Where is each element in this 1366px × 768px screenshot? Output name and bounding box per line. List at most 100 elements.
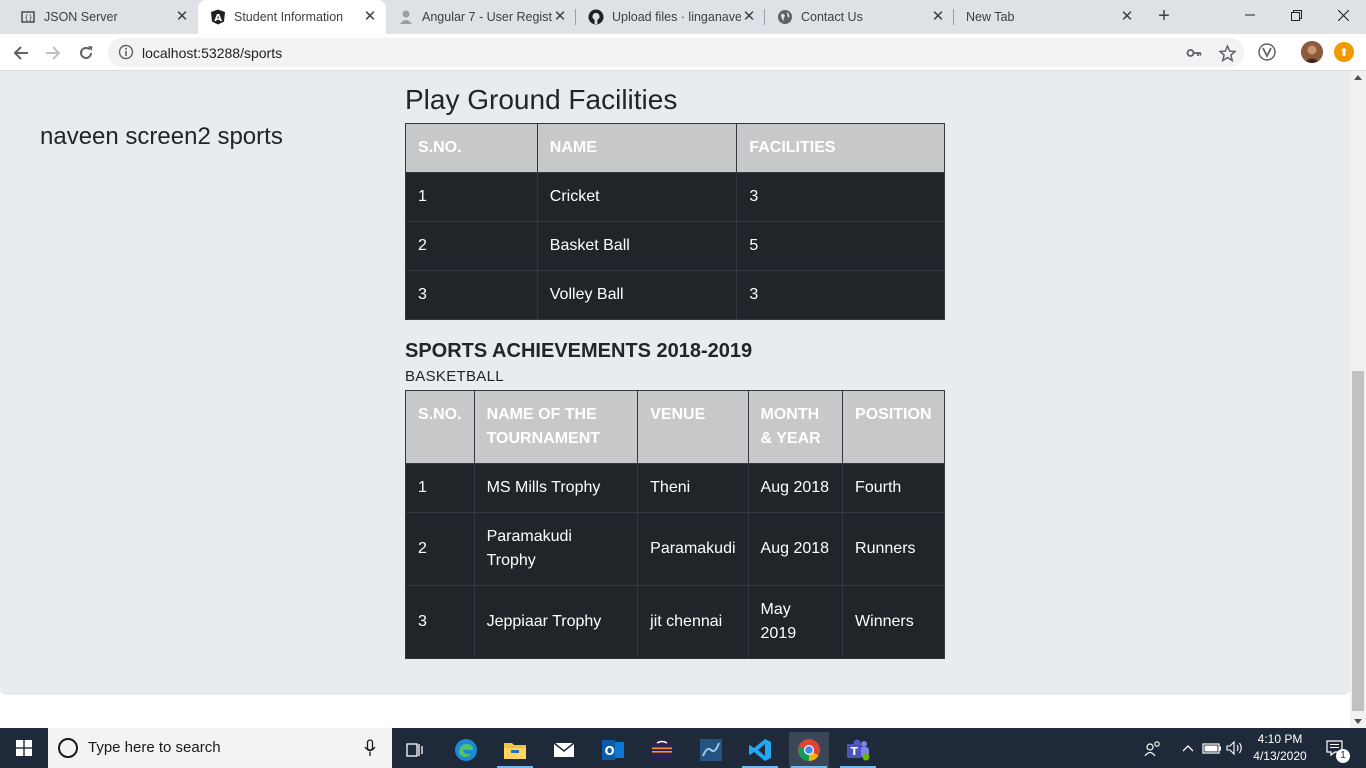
- svg-text:O: O: [605, 744, 615, 758]
- taskbar-teams[interactable]: T: [838, 732, 878, 768]
- table-cell: Fourth: [842, 463, 945, 513]
- close-icon[interactable]: ✕: [930, 9, 946, 25]
- table-row: 1 MS Mills Trophy Theni Aug 2018 Fourth: [405, 463, 945, 513]
- taskbar-mysql-workbench[interactable]: [691, 732, 731, 768]
- reload-icon: [80, 46, 93, 59]
- table-cell: Paramakudi Trophy: [473, 512, 639, 586]
- task-view-icon: [406, 743, 423, 757]
- address-bar[interactable]: localhost:53288/sports: [108, 38, 1244, 67]
- minimize-icon: [1245, 14, 1255, 16]
- tab-new-tab[interactable]: New Tab ✕: [954, 0, 1143, 34]
- task-view-button[interactable]: [396, 732, 436, 768]
- sports-achievements-table: S.NO. NAME OF THE TOURNAMENT VENUE MONTH…: [405, 390, 945, 659]
- table-header-row: S.NO. NAME FACILITIES: [405, 123, 945, 173]
- tab-json-server[interactable]: {} JSON Server ✕: [8, 0, 198, 34]
- taskbar-eclipse[interactable]: [642, 732, 682, 768]
- column-header: NAME: [536, 123, 738, 173]
- vue-devtools-extension-icon[interactable]: [1256, 41, 1278, 63]
- outlook-icon: O: [602, 740, 624, 760]
- achievements-subheading: BASKETBALL: [405, 368, 504, 385]
- close-icon[interactable]: ✕: [362, 9, 378, 25]
- close-icon[interactable]: ✕: [174, 9, 190, 25]
- tab-title: Contact Us: [801, 10, 863, 24]
- browser-toolbar: localhost:53288/sports ⬆: [0, 34, 1366, 71]
- microphone-icon[interactable]: [364, 739, 376, 757]
- table-cell: Basket Ball: [536, 221, 738, 271]
- show-hidden-icons-button[interactable]: [1178, 728, 1198, 768]
- profile-avatar[interactable]: [1301, 41, 1323, 63]
- restore-button[interactable]: [1273, 0, 1319, 30]
- back-arrow-icon: [13, 46, 28, 60]
- taskbar-vscode[interactable]: [740, 732, 780, 768]
- sports-content: Play Ground Facilities S.NO. NAME FACILI…: [405, 83, 945, 659]
- start-button[interactable]: [0, 728, 48, 768]
- page-scrollbar[interactable]: [1350, 71, 1366, 728]
- table-cell: 3: [736, 270, 945, 320]
- tab-title: Angular 7 - User Registr: [422, 10, 552, 24]
- tab-upload-files[interactable]: Upload files · linganaveen ✕: [576, 0, 765, 34]
- cortana-circle-icon: [58, 738, 78, 758]
- mail-icon: [553, 742, 575, 757]
- table-cell: jit chennai: [637, 585, 749, 659]
- mysql-workbench-icon: [700, 739, 722, 761]
- scroll-up-arrow-icon[interactable]: [1354, 75, 1362, 80]
- scrollbar-thumb[interactable]: [1352, 371, 1364, 711]
- chevron-up-icon: [1182, 745, 1194, 752]
- table-cell: Volley Ball: [536, 270, 738, 320]
- svg-text:{}: {}: [24, 14, 32, 22]
- eclipse-icon: [651, 739, 673, 761]
- taskbar-file-explorer[interactable]: [495, 732, 535, 768]
- forward-arrow-icon: [46, 46, 61, 60]
- taskbar-mail[interactable]: [544, 732, 584, 768]
- table-cell: Aug 2018: [747, 512, 844, 586]
- search-placeholder: Type here to search: [88, 739, 221, 756]
- taskbar-edge[interactable]: [446, 732, 486, 768]
- scroll-down-arrow-icon[interactable]: [1354, 719, 1362, 724]
- table-row: 2 Paramakudi Trophy Paramakudi Aug 2018 …: [405, 512, 945, 586]
- browser-tab-strip: {} JSON Server ✕ A Student Information ✕…: [0, 0, 1366, 34]
- restore-icon: [1290, 9, 1302, 21]
- tab-title: JSON Server: [44, 10, 118, 24]
- table-cell: Theni: [637, 463, 749, 513]
- close-icon[interactable]: ✕: [741, 9, 757, 25]
- key-icon[interactable]: [1185, 44, 1203, 62]
- extension-update-icon[interactable]: ⬆: [1334, 42, 1354, 62]
- table-cell: 2: [405, 512, 475, 586]
- json-server-icon: {}: [20, 9, 36, 25]
- action-center-button[interactable]: 1: [1320, 728, 1350, 768]
- taskbar-outlook[interactable]: O: [593, 732, 633, 768]
- table-header-row: S.NO. NAME OF THE TOURNAMENT VENUE MONTH…: [405, 390, 945, 464]
- minimize-button[interactable]: [1227, 0, 1273, 30]
- tab-student-information[interactable]: A Student Information ✕: [198, 0, 386, 34]
- bookmark-star-icon[interactable]: [1218, 44, 1236, 62]
- close-icon[interactable]: ✕: [1119, 9, 1135, 25]
- new-tab-button[interactable]: +: [1152, 5, 1176, 29]
- taskbar-clock[interactable]: 4:10 PM 4/13/2020: [1244, 731, 1316, 765]
- people-button[interactable]: [1140, 728, 1166, 768]
- windows-logo-icon: [16, 740, 32, 756]
- playground-facilities-table: S.NO. NAME FACILITIES 1 Cricket 3 2 Bask…: [405, 123, 945, 320]
- close-window-icon: [1337, 9, 1349, 21]
- page-viewport: naveen screen2 sports Play Ground Facili…: [0, 71, 1350, 728]
- tab-contact-us[interactable]: Contact Us ✕: [765, 0, 954, 34]
- tab-title: Upload files · linganaveen: [612, 10, 741, 24]
- tab-title: Student Information: [234, 10, 344, 24]
- volume-button[interactable]: [1224, 728, 1246, 768]
- column-header: NAME OF THE TOURNAMENT: [473, 390, 639, 464]
- table-row: 3 Jeppiaar Trophy jit chennai May 2019 W…: [405, 585, 945, 659]
- page-container: naveen screen2 sports Play Ground Facili…: [0, 71, 1350, 695]
- battery-icon: [1202, 743, 1221, 754]
- back-button[interactable]: [8, 40, 34, 66]
- vscode-icon: [749, 739, 771, 761]
- reload-button[interactable]: [73, 40, 99, 66]
- forward-button[interactable]: [40, 40, 66, 66]
- taskbar-search-box[interactable]: Type here to search: [48, 728, 392, 768]
- site-info-icon[interactable]: [118, 44, 134, 60]
- taskbar-chrome[interactable]: [789, 732, 829, 768]
- url-text[interactable]: localhost:53288/sports: [142, 45, 282, 61]
- close-window-button[interactable]: [1320, 0, 1366, 30]
- achievements-heading: SPORTS ACHIEVEMENTS 2018-2019: [405, 340, 753, 362]
- battery-button[interactable]: [1201, 728, 1223, 768]
- close-icon[interactable]: ✕: [552, 9, 568, 25]
- tab-angular-user-registration[interactable]: Angular 7 - User Registr ✕: [386, 0, 576, 34]
